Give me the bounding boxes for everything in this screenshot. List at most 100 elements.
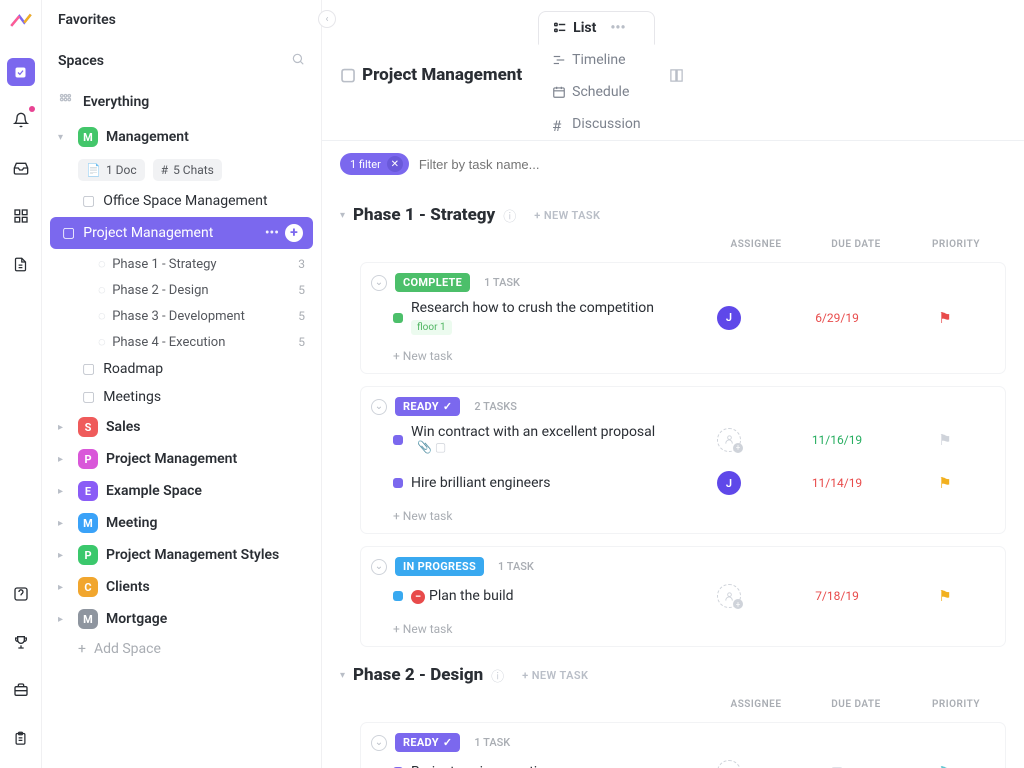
flag-icon[interactable]: ⚑ (938, 309, 951, 327)
status-square-icon[interactable] (393, 478, 403, 488)
filter-chip[interactable]: 1 filter✕ (340, 153, 409, 175)
status-chip[interactable]: IN PROGRESS (395, 557, 484, 576)
status-header[interactable]: ⌄ COMPLETE 1 TASK (371, 273, 995, 292)
task-row[interactable]: Hire brilliant engineers J 11/14/19 ⚑ (371, 463, 995, 503)
more-icon[interactable]: ••• (610, 20, 625, 36)
assignee-avatar[interactable]: J (717, 306, 741, 330)
rail-briefcase-icon[interactable] (7, 676, 35, 704)
info-icon[interactable]: ⓘ (491, 666, 504, 685)
new-task-button[interactable]: + NEW TASK (534, 209, 600, 222)
rail-notifications-icon[interactable] (7, 106, 35, 134)
spaces-header[interactable]: Spaces (42, 40, 321, 82)
sidebar-phase-item[interactable]: ◌ Phase 4 - Execution5 (42, 329, 321, 355)
attachment-icon[interactable]: 📎 ▢ (417, 440, 446, 454)
new-task-button[interactable]: + New task (371, 343, 995, 365)
collapse-icon[interactable]: ⌄ (371, 399, 387, 415)
task-tag[interactable]: floor 1 (411, 320, 452, 335)
collapse-icon[interactable]: ⌄ (371, 275, 387, 291)
new-task-button[interactable]: + New task (371, 616, 995, 638)
space-item[interactable]: ▸PProject Management Styles (42, 539, 321, 571)
favorites-header[interactable]: Favorites (42, 0, 321, 40)
close-icon[interactable]: ✕ (387, 156, 403, 172)
rail-clipboard-icon[interactable] (7, 724, 35, 752)
task-name[interactable]: Hire brilliant engineers (411, 475, 551, 491)
space-item[interactable]: ▸EExample Space (42, 475, 321, 507)
rail-dashboards-icon[interactable] (7, 202, 35, 230)
task-row[interactable]: Research how to crush the competition flo… (371, 292, 995, 343)
collapse-sidebar-icon[interactable]: ‹ (318, 10, 336, 28)
add-space-button[interactable]: +Add Space (42, 635, 321, 663)
flag-icon[interactable]: ⚑ (938, 763, 951, 768)
flag-icon[interactable]: ⚑ (938, 431, 951, 449)
view-add-icon[interactable] (655, 60, 698, 91)
due-date[interactable]: 11/14/19 (812, 476, 862, 490)
space-item[interactable]: ▸MMeeting (42, 507, 321, 539)
new-task-button[interactable]: + NEW TASK (522, 669, 588, 682)
task-name[interactable]: Research how to crush the competition (411, 300, 671, 316)
info-icon[interactable]: ⓘ (503, 206, 516, 225)
folder-office-space[interactable]: ▢Office Space Management (42, 187, 321, 215)
new-task-button[interactable]: + New task (371, 503, 995, 525)
tab-schedule[interactable]: Schedule (538, 76, 654, 108)
task-row[interactable]: −Plan the build 7/18/19 ⚑ (371, 576, 995, 616)
status-chip[interactable]: READY ✓ (395, 397, 460, 416)
space-item[interactable]: ▸MMortgage (42, 603, 321, 635)
col-priority: PRIORITY (906, 239, 1006, 250)
due-date[interactable]: 11/16/19 (812, 433, 862, 447)
sidebar-phase-item[interactable]: ◌ Phase 2 - Design5 (42, 277, 321, 303)
status-chip[interactable]: READY ✓ (395, 733, 460, 752)
status-square-icon[interactable] (393, 591, 403, 601)
add-icon[interactable]: + (285, 224, 303, 242)
doc-pill[interactable]: 📄1 Doc (78, 159, 145, 181)
assignee-add-icon[interactable] (717, 760, 741, 768)
rail-inbox-icon[interactable] (7, 154, 35, 182)
folder-meetings[interactable]: ▢Meetings (42, 383, 321, 411)
app-logo-icon[interactable] (8, 8, 34, 38)
task-row[interactable]: Win contract with an excellent proposal📎… (371, 416, 995, 463)
assignee-add-icon[interactable] (717, 428, 741, 452)
collapse-icon[interactable]: ⌄ (371, 735, 387, 751)
status-header[interactable]: ⌄ READY ✓ 1 TASK (371, 733, 995, 752)
calendar-icon[interactable]: ▢ (830, 763, 844, 768)
assignee-add-icon[interactable] (717, 584, 741, 608)
space-item[interactable]: ▸PProject Management (42, 443, 321, 475)
sidebar-phase-item[interactable]: ◌ Phase 1 - Strategy3 (42, 251, 321, 277)
space-management[interactable]: ▾ M Management (42, 121, 321, 153)
more-icon[interactable]: ••• (265, 225, 279, 241)
collapse-icon[interactable]: ⌄ (371, 559, 387, 575)
plus-icon: + (78, 641, 86, 657)
tab-discussion[interactable]: #Discussion (538, 108, 654, 140)
task-name[interactable]: Plan the build (429, 588, 514, 604)
task-name[interactable]: Win contract with an excellent proposal (411, 424, 655, 440)
task-name[interactable]: Brainstorming meetings (411, 764, 560, 768)
due-date[interactable]: 6/29/19 (815, 311, 859, 325)
task-row[interactable]: Brainstorming meetings ▢ ⚑ (371, 752, 995, 768)
status-square-icon[interactable] (393, 435, 403, 445)
status-header[interactable]: ⌄ IN PROGRESS 1 TASK (371, 557, 995, 576)
rail-help-icon[interactable] (7, 580, 35, 608)
rail-docs-icon[interactable] (7, 250, 35, 278)
search-icon[interactable] (291, 52, 305, 70)
phase-header[interactable]: ▾ Phase 1 - Strategy ⓘ + NEW TASK (340, 201, 1006, 229)
due-date[interactable]: 7/18/19 (815, 589, 859, 603)
folder-project-management[interactable]: ▢ Project Management •••+ (50, 217, 313, 249)
flag-icon[interactable]: ⚑ (938, 474, 951, 492)
space-item[interactable]: ▸SSales (42, 411, 321, 443)
sidebar-everything[interactable]: Everything (42, 82, 321, 121)
status-header[interactable]: ⌄ READY ✓ 2 TASKS (371, 397, 995, 416)
status-square-icon[interactable] (393, 313, 403, 323)
chats-pill[interactable]: #5 Chats (153, 159, 222, 181)
tab-list[interactable]: List••• (538, 11, 654, 45)
rail-home-icon[interactable] (7, 58, 35, 86)
tab-timeline[interactable]: Timeline (538, 44, 654, 76)
phase-header[interactable]: ▾ Phase 2 - Design ⓘ + NEW TASK (340, 661, 1006, 689)
status-chip[interactable]: COMPLETE (395, 273, 470, 292)
rail-trophy-icon[interactable] (7, 628, 35, 656)
space-item[interactable]: ▸CClients (42, 571, 321, 603)
assignee-avatar[interactable]: J (717, 471, 741, 495)
folder-roadmap[interactable]: ▢Roadmap (42, 355, 321, 383)
flag-icon[interactable]: ⚑ (938, 587, 951, 605)
filter-input[interactable] (419, 157, 679, 172)
sidebar-phase-item[interactable]: ◌ Phase 3 - Development5 (42, 303, 321, 329)
main-pane: ▢Project Management List•••TimelineSched… (322, 0, 1024, 768)
